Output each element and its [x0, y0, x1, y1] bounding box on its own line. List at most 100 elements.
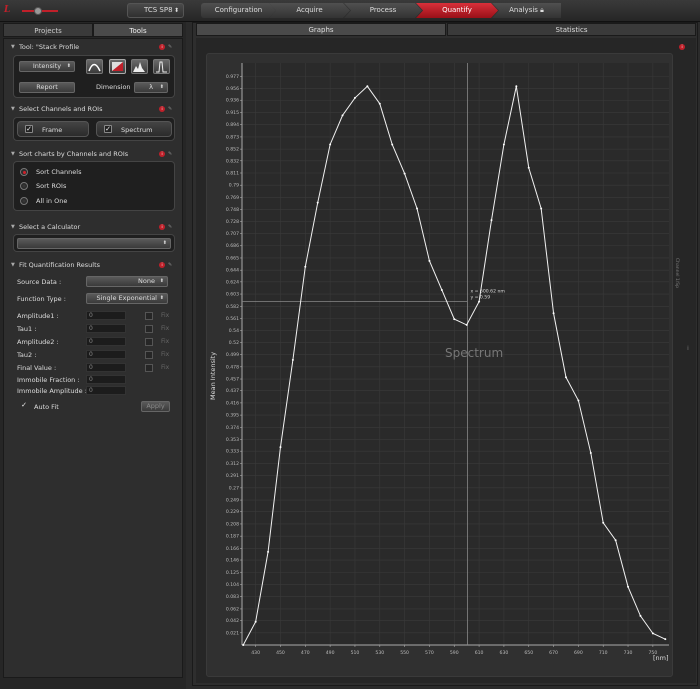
updown-arrow-icon: ⬍	[66, 63, 71, 69]
workflow-label: Analysis	[509, 6, 538, 14]
info-icon[interactable]: i	[159, 44, 165, 50]
info-icon[interactable]: i	[679, 44, 685, 50]
workflow-label: Configuration	[214, 6, 263, 14]
fix-label: Fix	[161, 364, 170, 371]
workflow-label: Quantify	[442, 6, 472, 14]
collapse-icon[interactable]: ▼	[11, 41, 15, 53]
workflow-process[interactable]: Process	[344, 3, 422, 18]
chart-container	[206, 53, 673, 677]
field-label: Amplitude2 :	[17, 338, 59, 346]
fix-label: Fix	[161, 312, 170, 319]
amplitude1-input[interactable]: 0	[86, 311, 126, 320]
section-title: Select Channels and ROIs	[19, 105, 103, 113]
system-selector[interactable]: TCS SP8 ⬍	[127, 3, 184, 18]
lock-icon: 🔒︎	[540, 6, 544, 14]
pin-icon[interactable]: ✎	[168, 106, 174, 112]
field-label: Final Value :	[17, 364, 57, 372]
fix-label: Fix	[161, 338, 170, 345]
dimension-value: λ	[149, 83, 153, 91]
final-value-input[interactable]: 0	[86, 363, 126, 372]
field-label: Tau1 :	[17, 325, 37, 333]
curve-fit-icon[interactable]	[86, 59, 103, 74]
calculator-select[interactable]: ⬍	[17, 238, 171, 249]
collapse-icon[interactable]: ▼	[11, 103, 15, 115]
section-title: Fit Quantification Results	[19, 261, 101, 269]
collapse-icon[interactable]: ▼	[11, 259, 15, 271]
pin-icon[interactable]: ✎	[168, 224, 174, 230]
workflow-analysis[interactable]: Analysis 🔒︎	[492, 3, 561, 18]
radio-sort-rois[interactable]	[20, 182, 28, 190]
field-label: Immobile Fraction :	[17, 376, 80, 384]
section-title: Select a Calculator	[19, 223, 81, 231]
channels-box: ✓ Frame ✓ Spectrum	[13, 117, 175, 141]
radio-all-in-one[interactable]	[20, 197, 28, 205]
info-icon[interactable]: i	[159, 151, 165, 157]
section-calculator[interactable]: ▼ Select a Calculator i ✎	[9, 221, 177, 233]
tab-tools[interactable]: Tools	[93, 23, 183, 37]
autofit-checkbox[interactable]: ✓	[20, 402, 28, 410]
immobile-amplitude-input[interactable]: 0	[86, 386, 126, 395]
info-icon[interactable]: i	[159, 224, 165, 230]
calculator-box: ⬍	[13, 234, 175, 252]
leica-logo: L	[4, 5, 11, 15]
intensity-select[interactable]: Intensity ⬍	[19, 61, 75, 72]
system-name: TCS SP8	[144, 6, 173, 14]
workflow-quantify[interactable]: Quantify	[416, 3, 498, 18]
pin-icon[interactable]: ✎	[168, 151, 174, 157]
sort-channels-label: Sort Channels	[36, 168, 82, 176]
field-label: Tau2 :	[17, 351, 37, 359]
frame-toggle[interactable]: ✓ Frame	[17, 121, 89, 137]
tab-graphs[interactable]: Graphs	[196, 23, 446, 36]
immobile-fraction-input[interactable]: 0	[86, 375, 126, 384]
fix-checkbox[interactable]	[145, 364, 153, 372]
tau1-input[interactable]: 0	[86, 324, 126, 333]
apply-button[interactable]: Apply	[141, 401, 170, 412]
fix-label: Fix	[161, 325, 170, 332]
radio-sort-channels[interactable]	[20, 168, 28, 176]
section-title: Sort charts by Channels and ROIs	[19, 150, 129, 158]
workflow-label: Process	[369, 6, 397, 14]
updown-arrow-icon: ⬍	[159, 295, 164, 301]
section-fit[interactable]: ▼ Fit Quantification Results i ✎	[9, 259, 177, 271]
updown-arrow-icon: ⬍	[173, 7, 179, 14]
pin-icon[interactable]: ✎	[168, 262, 174, 268]
field-label: Immobile Amplitude :	[17, 387, 87, 395]
fix-checkbox[interactable]	[145, 325, 153, 333]
fix-checkbox[interactable]	[145, 312, 153, 320]
left-tabs: Projects Tools	[3, 23, 183, 37]
pin-icon[interactable]: ✎	[168, 44, 174, 50]
section-sort[interactable]: ▼ Sort charts by Channels and ROIs i ✎	[9, 148, 177, 160]
spectrum-toggle[interactable]: ✓ Spectrum	[96, 121, 172, 137]
function-type-value: Single Exponential	[96, 294, 158, 302]
peak-icon[interactable]	[153, 59, 170, 74]
sort-rois-label: Sort ROIs	[36, 182, 67, 190]
tab-statistics[interactable]: Statistics	[447, 23, 696, 36]
tool-box: Intensity ⬍ Report Dimension λ ⬍	[13, 55, 175, 98]
tau2-input[interactable]: 0	[86, 350, 126, 359]
dimension-label: Dimension	[96, 83, 131, 91]
check-icon[interactable]: ✓	[104, 125, 112, 133]
collapse-icon[interactable]: ▼	[11, 148, 15, 160]
autofit-label: Auto Fit	[34, 403, 59, 411]
function-type-label: Function Type :	[17, 295, 66, 303]
workflow-acquire[interactable]: Acquire	[269, 3, 350, 18]
info-icon[interactable]: i	[159, 262, 165, 268]
check-icon[interactable]: ✓	[25, 125, 33, 133]
amplitude2-input[interactable]: 0	[86, 337, 126, 346]
tab-projects[interactable]: Projects	[3, 23, 93, 37]
section-channels[interactable]: ▼ Select Channels and ROIs i ✎	[9, 103, 177, 115]
report-button[interactable]: Report	[19, 82, 75, 93]
collapse-icon[interactable]: ▼	[11, 221, 15, 233]
dimension-select[interactable]: λ ⬍	[134, 82, 168, 93]
section-tool[interactable]: ▼ Tool: "Stack Profile i ✎	[9, 41, 177, 53]
stack-profile-icon[interactable]	[109, 59, 126, 74]
splitter-handle-icon[interactable]: ⁞	[687, 345, 693, 357]
source-data-select[interactable]: None ⬍	[86, 276, 168, 287]
info-icon[interactable]: i	[159, 106, 165, 112]
histogram-icon[interactable]	[131, 59, 148, 74]
workflow-configuration[interactable]: Configuration	[201, 3, 276, 18]
field-label: Amplitude1 :	[17, 312, 59, 320]
function-type-select[interactable]: Single Exponential ⬍	[86, 293, 168, 304]
fix-checkbox[interactable]	[145, 351, 153, 359]
fix-checkbox[interactable]	[145, 338, 153, 346]
